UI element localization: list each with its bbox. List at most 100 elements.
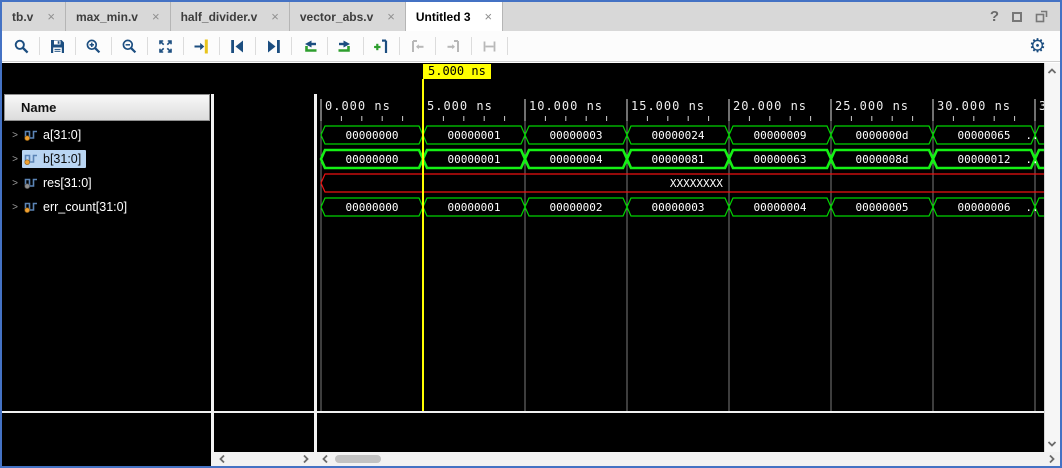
zoom-out-button[interactable] [116,34,143,58]
wave-toolbar: ⚙ [2,31,1060,62]
close-icon[interactable]: × [152,10,160,23]
toolbar-separator [399,37,400,55]
svg-text:00000012: 00000012 [958,153,1011,166]
toolbar-separator [147,37,148,55]
signal-name: a[31:0] [43,128,81,142]
name-column-header[interactable]: Name [4,94,210,121]
bus-signal-icon [24,153,38,165]
tab-label: half_divider.v [181,10,258,24]
signal-name-panel: Name > a[31:0] > b[31:0] > res[31 [2,63,211,466]
expand-chevron-icon[interactable]: > [8,178,22,189]
titlebar-icons: ? [990,2,1060,31]
scroll-left-icon[interactable] [215,452,229,466]
toolbar-separator [327,37,328,55]
previous-marker-button [404,34,431,58]
scrollbar-thumb[interactable] [335,455,381,463]
svg-text:00000000: 00000000 [346,153,399,166]
svg-text:00000000: 00000000 [346,129,399,142]
toolbar-separator [255,37,256,55]
svg-text:00000024: 00000024 [652,129,705,142]
svg-text:00000065: 00000065 [958,129,1011,142]
help-icon[interactable]: ? [990,8,999,25]
maximize-icon[interactable] [1012,12,1022,22]
bus-signal-icon [24,201,38,213]
svg-text:00000006: 00000006 [958,201,1011,214]
toolbar-separator [183,37,184,55]
svg-text:0.000 ns: 0.000 ns [325,99,391,113]
svg-text:00000005: 00000005 [856,201,909,214]
go-to-next-transition-button[interactable] [260,34,287,58]
expand-chevron-icon[interactable]: > [8,130,22,141]
svg-text:00000001: 00000001 [448,153,501,166]
waveform-display[interactable]: 5.000 ns 0.000 ns5.000 ns10.000 ns15.000… [317,63,1044,466]
expand-chevron-icon[interactable]: > [8,154,22,165]
svg-text:0000000d: 0000000d [856,129,909,142]
toolbar-separator [219,37,220,55]
tab-untitled-3[interactable]: Untitled 3 × [406,2,503,31]
scroll-down-icon[interactable] [1045,437,1059,451]
signal-row-res[interactable]: > res[31:0] [4,171,210,195]
toolbar-separator [363,37,364,55]
svg-text:00000003: 00000003 [652,201,705,214]
signal-value-panel: Value 00000001 00000001 XXXXXXXX 0000000… [214,63,314,466]
waveform-canvas[interactable]: 0.000 ns5.000 ns10.000 ns15.000 ns20.000… [317,63,1044,452]
value-panel-hscrollbar[interactable] [214,452,314,466]
zoom-fit-button[interactable] [152,34,179,58]
wave-window-body: Name > a[31:0] > b[31:0] > res[31 [2,63,1060,466]
scroll-left-icon[interactable] [318,452,332,466]
tab-label: tb.v [12,10,33,24]
tab-label: max_min.v [76,10,138,24]
float-window-icon[interactable] [1035,10,1048,23]
signal-row-err_count[interactable]: > err_count[31:0] [4,195,210,219]
previous-edge-button[interactable] [296,34,323,58]
svg-text:..: .. [1025,201,1038,214]
svg-text:00000063: 00000063 [754,153,807,166]
add-marker-button[interactable] [368,34,395,58]
toolbar-separator [435,37,436,55]
svg-text:0000008d: 0000008d [856,153,909,166]
tab-label: vector_abs.v [300,10,373,24]
svg-text:00000000: 00000000 [346,201,399,214]
tab-label: Untitled 3 [416,10,471,24]
save-waveform-button[interactable] [44,34,71,58]
find-button[interactable] [8,34,35,58]
svg-text:00000081: 00000081 [652,153,705,166]
signal-row-b[interactable]: > b[31:0] [4,147,210,171]
cursor-time-label[interactable]: 5.000 ns [423,64,491,79]
tab-vector_abs.v[interactable]: vector_abs.v × [290,2,406,31]
go-to-previous-transition-button[interactable] [224,34,251,58]
svg-text:5.000 ns: 5.000 ns [427,99,493,113]
vertical-scrollbar[interactable] [1044,63,1060,452]
toolbar-separator [507,37,508,55]
wave-panel-hscrollbar[interactable] [317,452,1060,466]
scroll-right-icon[interactable] [299,452,313,466]
tab-tb.v[interactable]: tb.v × [2,2,66,31]
close-icon[interactable]: × [47,10,55,23]
settings-gear-icon[interactable]: ⚙ [1029,37,1046,56]
svg-text:XXXXXXXX: XXXXXXXX [670,177,723,190]
svg-text:00000002: 00000002 [550,201,603,214]
svg-text:00000003: 00000003 [550,129,603,142]
scroll-right-icon[interactable] [1045,452,1059,466]
svg-text:..: .. [1025,129,1038,142]
tab-max_min.v[interactable]: max_min.v × [66,2,171,31]
toolbar-separator [75,37,76,55]
svg-text:00000001: 00000001 [448,129,501,142]
signal-row-a[interactable]: > a[31:0] [4,123,210,147]
tab-half_divider.v[interactable]: half_divider.v × [171,2,290,31]
toolbar-separator [39,37,40,55]
zoom-to-cursor-button[interactable] [188,34,215,58]
close-icon[interactable]: × [271,10,279,23]
scroll-up-icon[interactable] [1045,64,1059,78]
signal-name: b[31:0] [43,152,81,166]
svg-text:00000009: 00000009 [754,129,807,142]
expand-chevron-icon[interactable]: > [8,202,22,213]
svg-text:00000004: 00000004 [754,201,807,214]
next-edge-button[interactable] [332,34,359,58]
close-icon[interactable]: × [387,10,395,23]
close-icon[interactable]: × [485,10,493,23]
svg-text:00000001: 00000001 [448,201,501,214]
zoom-in-button[interactable] [80,34,107,58]
svg-text:..: .. [1025,153,1038,166]
toolbar-separator [111,37,112,55]
